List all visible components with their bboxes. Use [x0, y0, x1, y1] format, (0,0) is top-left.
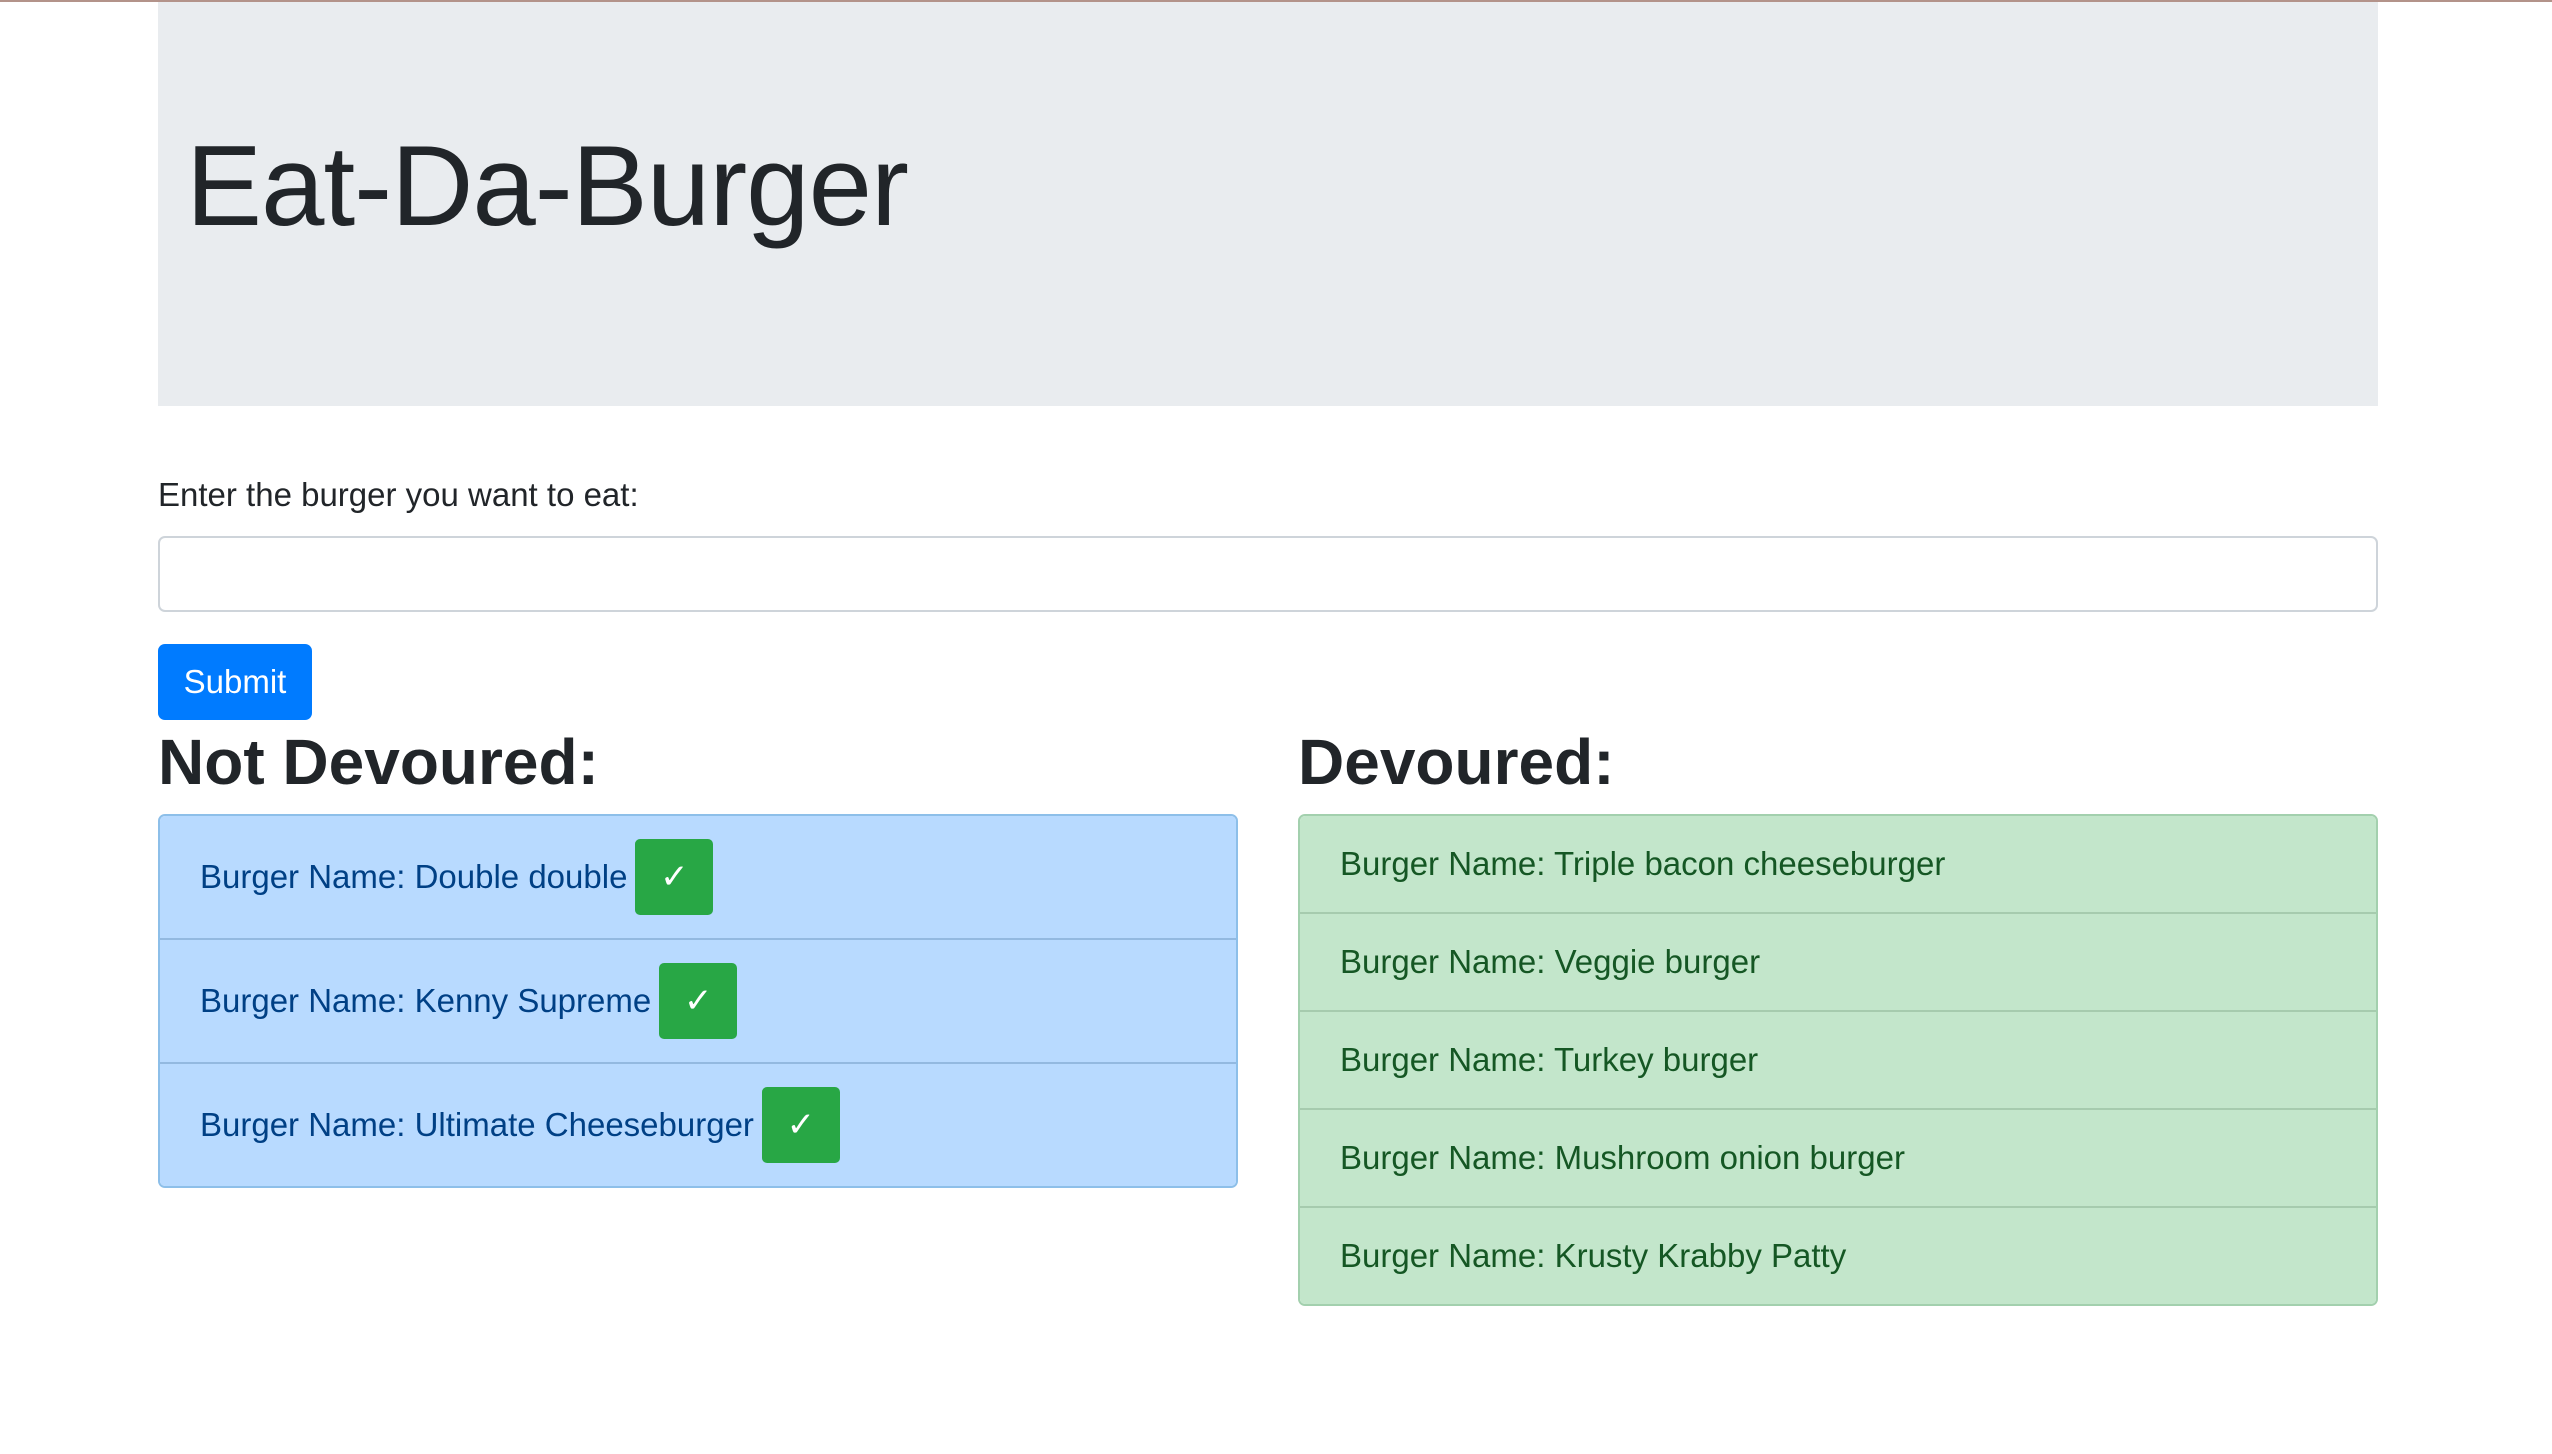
- devour-button[interactable]: ✓: [635, 839, 714, 915]
- header-jumbotron: Eat-Da-Burger: [158, 2, 2378, 406]
- burger-name: Burger Name: Veggie burger: [1340, 943, 1761, 980]
- list-item: Burger Name: Double double ✓: [160, 816, 1236, 940]
- main-container: Eat-Da-Burger Enter the burger you want …: [158, 2, 2378, 1306]
- check-icon: ✓: [660, 857, 689, 897]
- not-devoured-column: Not Devoured: Burger Name: Double double…: [158, 720, 1238, 1188]
- burger-name: Burger Name: Turkey burger: [1340, 1041, 1759, 1078]
- list-item: Burger Name: Triple bacon cheeseburger: [1300, 816, 2376, 914]
- burger-name: Burger Name: Mushroom onion burger: [1340, 1139, 1905, 1176]
- devoured-heading: Devoured:: [1298, 726, 1615, 798]
- burger-name: Burger Name: Krusty Krabby Patty: [1340, 1237, 1847, 1274]
- burger-input-label: Enter the burger you want to eat:: [158, 476, 639, 513]
- burger-input[interactable]: [158, 536, 2378, 612]
- devour-button[interactable]: ✓: [659, 963, 738, 1039]
- burger-name: Burger Name: Kenny Supreme: [200, 982, 652, 1019]
- list-item: Burger Name: Kenny Supreme ✓: [160, 940, 1236, 1064]
- list-item: Burger Name: Krusty Krabby Patty: [1300, 1208, 2376, 1304]
- devoured-list: Burger Name: Triple bacon cheeseburger B…: [1298, 814, 2378, 1306]
- burger-name: Burger Name: Ultimate Cheeseburger: [200, 1106, 754, 1143]
- check-icon: ✓: [786, 1105, 816, 1145]
- not-devoured-heading: Not Devoured:: [158, 726, 599, 798]
- list-item: Burger Name: Ultimate Cheeseburger ✓: [160, 1064, 1236, 1186]
- burger-name: Burger Name: Triple bacon cheeseburger: [1340, 845, 1946, 882]
- list-item: Burger Name: Mushroom onion burger: [1300, 1110, 2376, 1208]
- submit-button[interactable]: Submit: [158, 644, 312, 720]
- list-item: Burger Name: Veggie burger: [1300, 914, 2376, 1012]
- devour-button[interactable]: ✓: [761, 1087, 840, 1163]
- page-title: Eat-Da-Burger: [186, 123, 909, 250]
- not-devoured-list: Burger Name: Double double ✓ Burger Name…: [158, 814, 1238, 1188]
- burger-name: Burger Name: Double double: [200, 858, 628, 895]
- check-icon: ✓: [683, 981, 713, 1021]
- devoured-column: Devoured: Burger Name: Triple bacon chee…: [1298, 720, 2378, 1306]
- list-item: Burger Name: Turkey burger: [1300, 1012, 2376, 1110]
